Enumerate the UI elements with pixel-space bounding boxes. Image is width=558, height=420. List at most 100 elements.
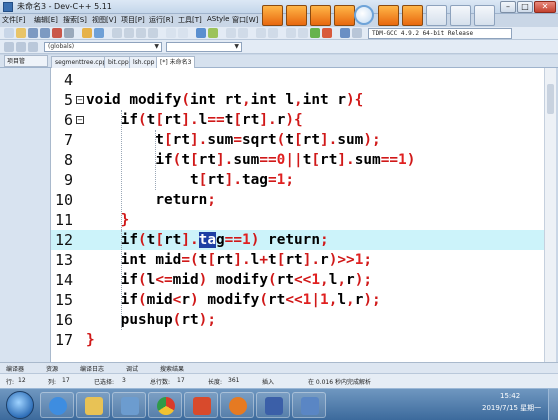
tab-debug[interactable]: 调试 [126,364,138,373]
check-icon[interactable] [450,5,471,26]
code-line[interactable]: 8 if(t[rt].sum==0||t[rt].sum==1) [51,150,544,170]
menu-window[interactable]: 窗口[W] [232,15,258,25]
tab-compile-log[interactable]: 编译日志 [80,364,104,373]
taskbar-chrome[interactable] [148,392,182,418]
code-line[interactable]: 6 if(t[rt].l==t[rt].r){− [51,110,544,130]
function-select[interactable]: ▼ [166,42,242,52]
code-line[interactable]: 7 t[rt].sum=sqrt(t[rt].sum); [51,130,544,150]
toggle-comment-icon[interactable] [196,28,206,38]
find-next-icon[interactable] [136,28,146,38]
goto-line-icon[interactable] [148,28,158,38]
options-icon[interactable] [268,28,278,38]
vertical-scrollbar[interactable] [544,68,556,362]
show-desktop-button[interactable] [548,389,558,420]
tab-lsh[interactable]: lsh.cpp [129,56,159,68]
tab-resources[interactable]: 资源 [46,364,58,373]
code-line[interactable]: 9 t[rt].tag=1; [51,170,544,190]
debug-icon[interactable] [378,5,399,26]
code-line[interactable]: 15 if(mid<r) modify(rt<<1|1,l,r); [51,290,544,310]
bookmark-icon[interactable] [208,28,218,38]
code-line[interactable]: 5 void modify(int rt,int l,int r){− [51,90,544,110]
grid-icon[interactable] [256,28,266,38]
code-line[interactable]: 12 if(t[rt].tag==1) return; [51,230,544,250]
menu-project[interactable]: 项目[P] [121,15,145,25]
compile-icon[interactable] [286,5,307,26]
tab-segmenttree[interactable]: segmenttree.cpp [51,56,111,68]
find-icon[interactable] [112,28,122,38]
toggle-bookmark-icon[interactable] [16,42,26,52]
save-icon[interactable] [28,28,38,38]
code-line[interactable]: 11 } [51,210,544,230]
save-all-icon[interactable] [40,28,50,38]
close-file-icon[interactable] [52,28,62,38]
code-editor[interactable]: 4 5 void modify(int rt,int l,int r){−6 if(… [51,68,544,362]
maximize-button[interactable]: □ [517,1,533,13]
menu-run[interactable]: 运行[R] [149,15,173,25]
menu-tools[interactable]: 工具[T] [178,15,202,25]
undo-icon[interactable] [82,28,92,38]
tab-untitled3[interactable]: [*] 未命名3 [156,56,196,68]
profile-icon[interactable] [426,5,447,26]
chart-icon[interactable] [340,28,350,38]
delete-icon[interactable] [352,28,362,38]
class-view-icon[interactable] [226,28,236,38]
taskbar-ie[interactable] [40,392,74,418]
rebuild-icon[interactable] [334,5,355,26]
menu-search[interactable]: 搜索[S] [63,15,87,25]
scrollbar-thumb[interactable] [547,84,554,114]
new-project-icon[interactable] [286,28,296,38]
redo-icon[interactable] [94,28,104,38]
start-button[interactable] [6,391,34,419]
compile-run-icon[interactable] [262,5,283,26]
dev-cpp-window: 未命名3 - Dev-C++ 5.11 文件[F] 编辑[E] 搜索[S] 视图… [0,0,558,420]
project-panel[interactable] [0,68,51,362]
unindent-icon[interactable] [178,28,188,38]
menu-file[interactable]: 文件[F] [2,15,26,25]
taskbar-app-blue[interactable] [292,392,326,418]
app-icon [229,397,247,415]
compiler-select[interactable]: TDM-GCC 4.9.2 64-bit Release [368,28,512,39]
minimize-button[interactable]: – [500,1,516,13]
close-button[interactable]: ✕ [534,1,556,13]
check-small-icon[interactable] [310,28,320,38]
open-file-icon[interactable] [16,28,26,38]
menu-astyle[interactable]: AStyle [207,15,229,23]
menu-view[interactable]: 视图[V] [92,15,116,25]
menu-edit[interactable]: 编辑[E] [34,15,58,25]
code-text: if(t[rt].tag==1) return; [120,232,329,248]
clock-time: 15:42 [500,392,521,400]
chrome-icon [157,397,175,415]
fold-toggle-icon[interactable]: − [76,96,84,104]
run-icon[interactable] [310,5,331,26]
new-file-icon[interactable] [4,28,14,38]
project-icon[interactable] [238,28,248,38]
scope-select[interactable]: (globals) ▼ [44,42,162,52]
code-line[interactable]: 17} [51,330,544,350]
insert-icon[interactable] [4,42,14,52]
taskbar-app-orange[interactable] [220,392,254,418]
taskbar-media[interactable] [112,392,146,418]
globe-icon[interactable] [354,5,374,25]
indent-icon[interactable] [166,28,176,38]
code-line[interactable]: 16 pushup(rt); [51,310,544,330]
taskbar-app-red[interactable] [184,392,218,418]
tab-search-results[interactable]: 搜索结果 [160,364,184,373]
taskbar-explorer[interactable] [76,392,110,418]
code-line[interactable]: 14 if(l<=mid) modify(rt<<1,l,r); [51,270,544,290]
project-panel-tab[interactable]: 项目管 [4,55,48,67]
taskbar-devcpp[interactable] [256,392,290,418]
tab-compiler[interactable]: 编译器 [6,364,24,373]
code-text: } [86,332,95,348]
print-icon[interactable] [64,28,74,38]
stop-icon[interactable] [402,5,423,26]
replace-icon[interactable] [124,28,134,38]
goto-bookmark-icon[interactable] [28,42,38,52]
line-number: 6 [63,111,73,129]
tool-icon[interactable] [474,5,495,26]
compile-small-icon[interactable] [298,28,308,38]
code-line[interactable]: 13 int mid=(t[rt].l+t[rt].r)>>1; [51,250,544,270]
code-line[interactable]: 10 return; [51,190,544,210]
fold-toggle-icon[interactable]: − [76,116,84,124]
run-small-icon[interactable] [322,28,332,38]
code-line[interactable]: 4 [51,70,544,90]
